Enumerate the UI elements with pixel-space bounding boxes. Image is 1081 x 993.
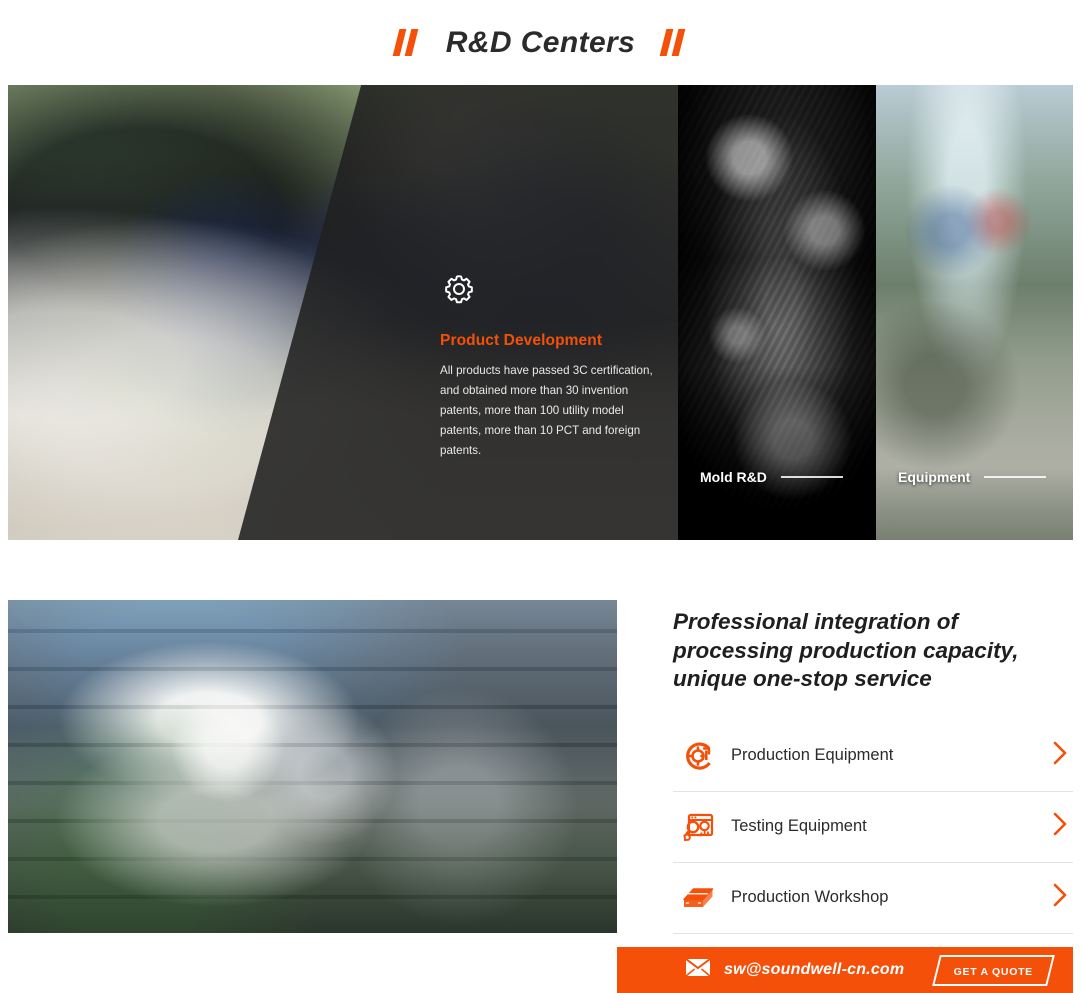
contact-bar: sw@soundwell-cn.com GET A QUOTE: [617, 947, 1073, 993]
capabilities-section: Professional integration of processing p…: [8, 600, 1073, 985]
chevron-right-icon[interactable]: [1052, 740, 1069, 771]
list-item-production-equipment[interactable]: Production Equipment: [673, 721, 1073, 792]
factory-worker-photo: [8, 600, 617, 933]
list-item-label: Production Workshop: [731, 888, 889, 907]
product-development-content: Product Development All products have pa…: [440, 270, 668, 461]
section-header: R&D Centers: [0, 0, 1081, 85]
panel-equipment-label-group: Equipment: [898, 469, 1047, 485]
get-a-quote-button[interactable]: GET A QUOTE: [931, 954, 1055, 986]
envelope-icon: [685, 958, 711, 982]
double-slash-icon-right: [661, 29, 687, 56]
list-item-production-workshop[interactable]: Production Workshop: [673, 863, 1073, 934]
testing-equipment-icon: [679, 808, 717, 846]
panel-mold-rd[interactable]: Mold R&D: [678, 85, 876, 540]
product-development-body: All products have passed 3C certificatio…: [440, 364, 653, 457]
panel-equipment-label: Equipment: [898, 469, 971, 485]
rd-centers-banner: Product Development All products have pa…: [8, 85, 1073, 540]
production-workshop-icon: [679, 879, 717, 917]
panel-equipment[interactable]: Equipment: [876, 85, 1073, 540]
capabilities-heading: Professional integration of processing p…: [673, 609, 1019, 692]
double-slash-icon-left: [394, 29, 420, 56]
list-item-testing-equipment[interactable]: Testing Equipment: [673, 792, 1073, 863]
capabilities-content: Professional integration of processing p…: [673, 608, 1073, 934]
product-development-heading: Product Development: [440, 332, 603, 349]
panel-product-development[interactable]: Product Development All products have pa…: [8, 85, 678, 540]
label-rule-icon: [984, 476, 1047, 478]
capabilities-list: Production Equipment Testing Equipment P…: [673, 721, 1073, 934]
page-title: R&D Centers: [445, 25, 636, 59]
chevron-right-icon[interactable]: [1052, 811, 1069, 842]
panel-mold-rd-label: Mold R&D: [700, 469, 767, 485]
contact-email[interactable]: sw@soundwell-cn.com: [724, 961, 904, 979]
list-item-label: Production Equipment: [731, 746, 894, 765]
list-item-label: Testing Equipment: [731, 817, 867, 836]
production-equipment-icon: [679, 737, 717, 775]
panel-mold-rd-label-group: Mold R&D: [700, 469, 843, 485]
get-a-quote-label: GET A QUOTE: [953, 965, 1033, 978]
chevron-right-icon[interactable]: [1052, 882, 1069, 913]
label-rule-icon: [780, 476, 843, 478]
gear-icon: [440, 270, 668, 313]
